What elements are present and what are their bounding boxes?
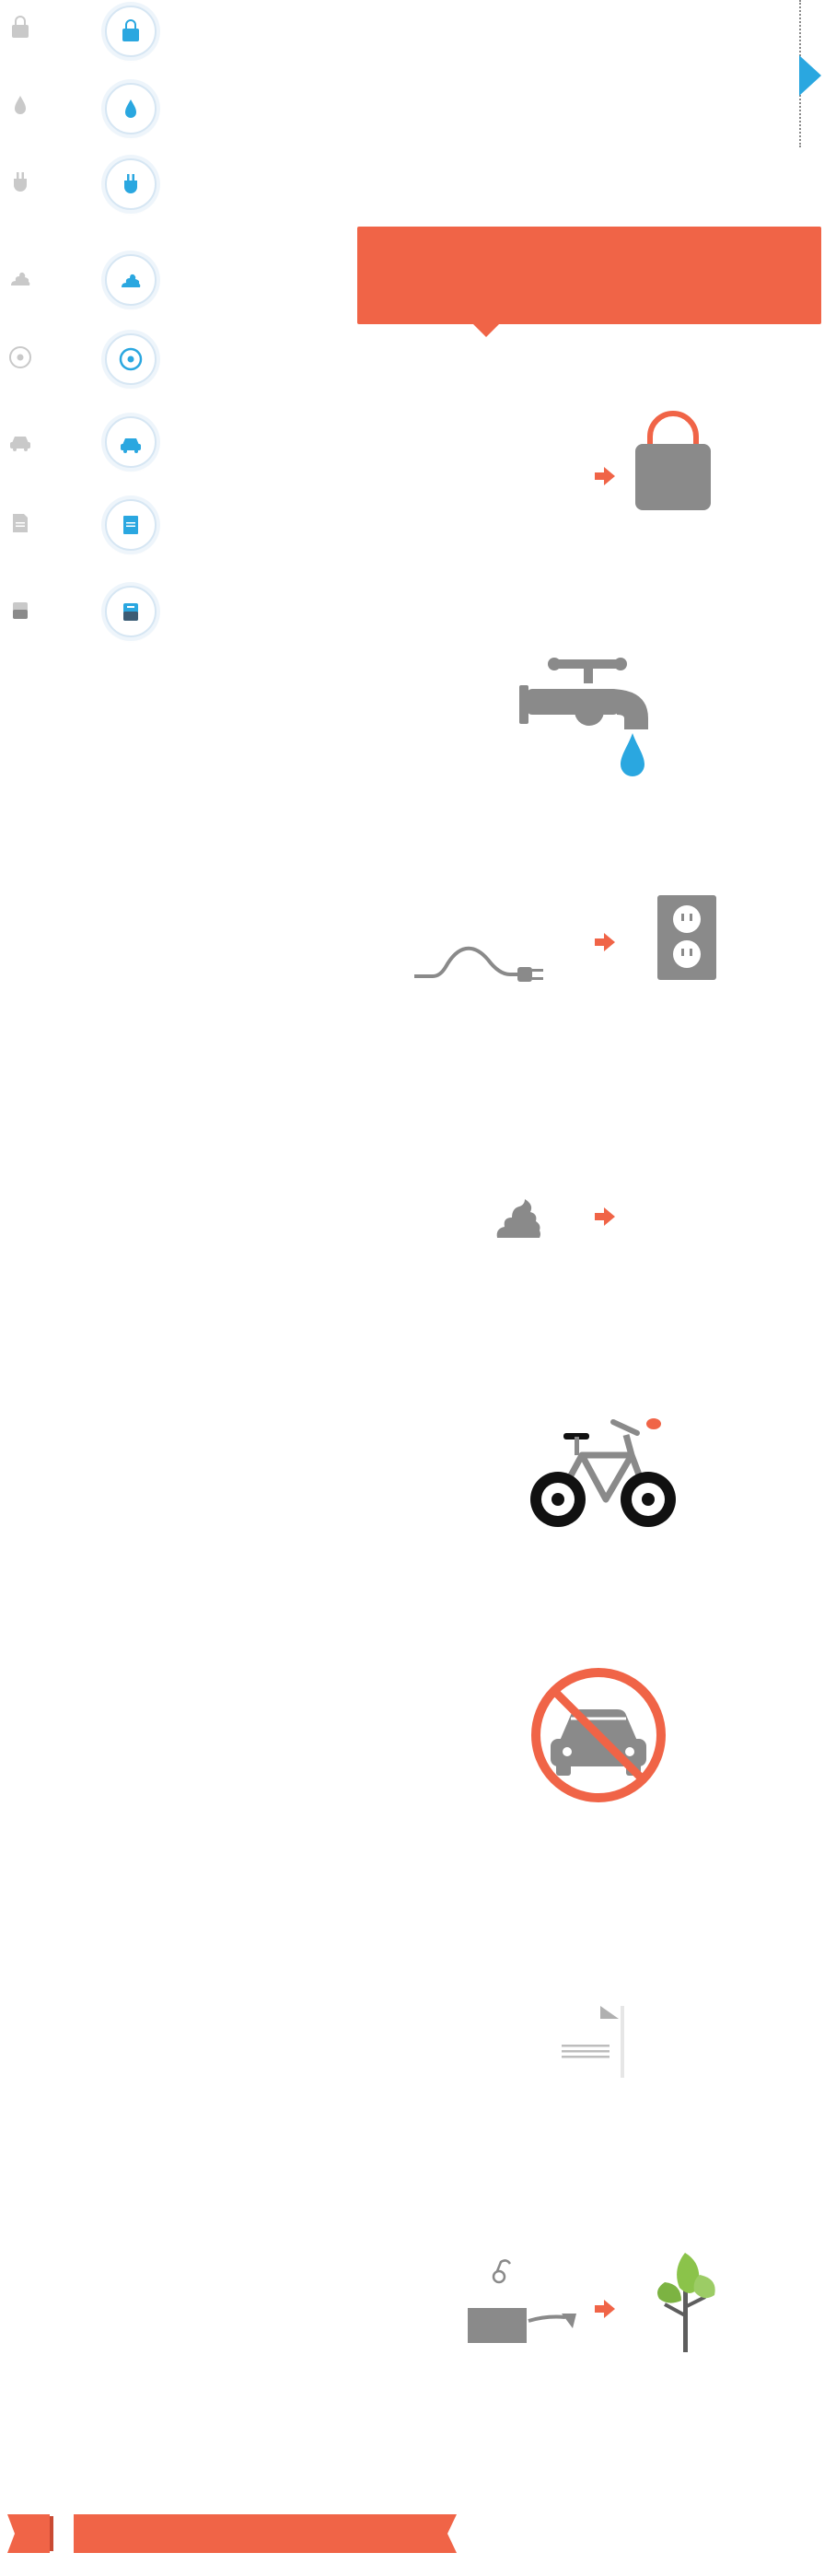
car-icon <box>10 437 30 451</box>
battery-icon <box>123 603 138 621</box>
arrow-icon <box>595 2300 615 2318</box>
sidebar-item-poop[interactable] <box>105 254 157 306</box>
paper-icon <box>13 514 28 532</box>
no-car-icon <box>531 1668 666 1802</box>
water-drop-icon <box>125 99 136 118</box>
arrow-icon <box>595 1207 615 1226</box>
water-drop-icon <box>621 733 644 776</box>
cord-icon <box>414 946 543 982</box>
sidebar-item-car[interactable] <box>105 416 157 468</box>
paper-icon <box>123 516 138 534</box>
poop-icon <box>11 272 30 286</box>
sidebar-item-paper[interactable] <box>105 499 157 551</box>
water-drop-icon <box>15 96 26 114</box>
sidebar-item-water[interactable] <box>105 83 157 134</box>
footer-ribbon-banner <box>74 2514 457 2553</box>
sidebar-item-target[interactable] <box>105 333 157 385</box>
plug-icon <box>124 174 137 193</box>
bicycle-icon <box>530 1418 676 1527</box>
target-icon <box>119 347 143 371</box>
battery-icon <box>13 602 28 619</box>
arrow-icon <box>595 467 615 485</box>
sidebar-item-plug[interactable] <box>105 158 157 210</box>
outlet-icon <box>657 895 716 980</box>
tree-icon <box>657 2253 715 2352</box>
header-banner <box>357 227 821 337</box>
next-arrow-icon[interactable] <box>797 52 823 99</box>
sidebar-item-battery[interactable] <box>105 586 157 637</box>
laptop-icon <box>468 2259 576 2343</box>
plug-icon <box>14 172 27 192</box>
poop-icon <box>122 274 141 287</box>
car-icon <box>121 438 141 453</box>
footer-ribbon-left <box>7 2514 53 2553</box>
paper-sheet-icon <box>562 2006 624 2078</box>
target-icon <box>9 346 31 368</box>
arrow-icon <box>595 933 615 951</box>
shopping-bag-icon <box>122 19 139 41</box>
sidebar-item-bag[interactable] <box>105 6 157 57</box>
shopping-bag-icon <box>12 16 29 38</box>
shopping-bag-icon <box>635 411 711 510</box>
poop-icon <box>496 1199 540 1238</box>
